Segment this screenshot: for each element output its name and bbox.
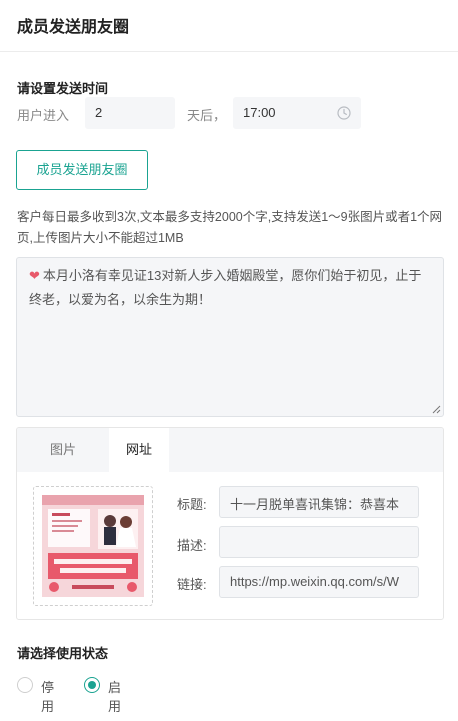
message-text: 本月小洛有幸见证13对新人步入婚姻殿堂，愿你们始于初见，止于终老，以爱为名，以余…	[29, 268, 422, 307]
tab-image[interactable]: 图片	[17, 428, 109, 472]
title-input[interactable]: 十一月脱单喜讯集锦：恭喜本	[219, 486, 419, 518]
description-input[interactable]	[219, 526, 419, 558]
send-moments-button[interactable]: 成员发送朋友圈	[16, 150, 148, 190]
description-label: 描述:	[177, 538, 207, 553]
resize-handle-icon[interactable]	[432, 405, 441, 414]
user-enter-prefix: 用户进入	[17, 108, 70, 123]
attachment-tabs: 图片 网址	[17, 428, 443, 472]
time-picker[interactable]: 17:00	[233, 97, 361, 129]
clock-icon	[337, 106, 351, 120]
disable-radio-label[interactable]: 停用	[41, 677, 54, 715]
days-suffix: 天后，	[187, 108, 227, 123]
heart-emoji: ❤	[29, 268, 40, 283]
page-title: 成员发送朋友圈	[17, 19, 130, 36]
enable-radio-label[interactable]: 启用	[108, 677, 121, 715]
send-time-label: 请设置发送时间	[17, 81, 109, 96]
wedding-poster-thumbnail	[42, 495, 144, 597]
status-label: 请选择使用状态	[17, 646, 109, 661]
title-label: 标题:	[177, 497, 207, 512]
tab-url[interactable]: 网址	[109, 428, 169, 472]
thumbnail-upload[interactable]	[33, 486, 153, 606]
days-input[interactable]: 2	[85, 97, 175, 129]
message-textarea[interactable]: ❤ 本月小洛有幸见证13对新人步入婚姻殿堂，愿你们始于初见，止于终老，以爱为名，以…	[16, 257, 444, 417]
send-time-row: 用户进入 2 天后， 17:00	[17, 97, 457, 129]
page-header: 成员发送朋友圈	[0, 0, 458, 52]
disable-radio[interactable]	[17, 677, 33, 693]
attachment-card: 图片 网址 标题: 十一月脱单喜讯集锦：恭喜本 描述: 链接: https://…	[16, 427, 444, 620]
limits-notice: 客户每日最多收到3次,文本最多支持2000个字,支持发送1～9张图片或者1个网页…	[17, 210, 443, 245]
enable-radio[interactable]	[84, 677, 100, 693]
time-value: 17:00	[243, 105, 276, 120]
link-input[interactable]: https://mp.weixin.qq.com/s/W	[219, 566, 419, 598]
link-label: 链接:	[177, 577, 207, 592]
